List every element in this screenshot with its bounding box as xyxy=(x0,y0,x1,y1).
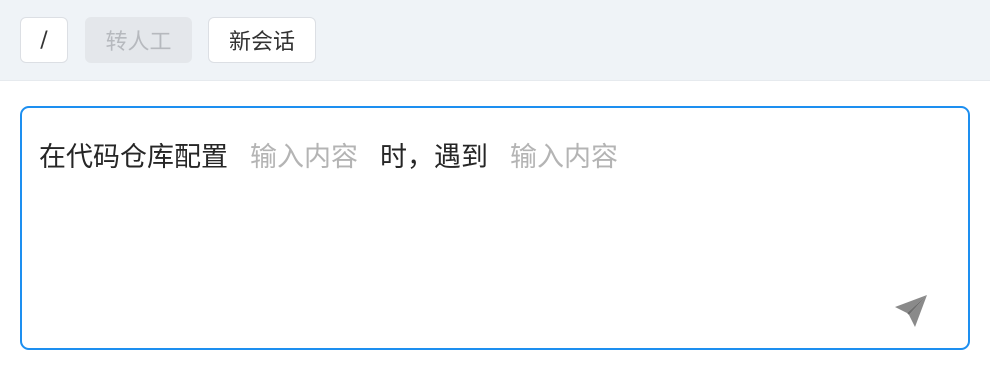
transfer-to-human-button[interactable]: 转人工 xyxy=(85,17,192,63)
new-session-button[interactable]: 新会话 xyxy=(208,17,316,63)
slot-input-2[interactable]: 输入内容 xyxy=(488,138,640,178)
slot-input-1[interactable]: 输入内容 xyxy=(228,138,380,178)
send-icon xyxy=(895,295,927,327)
top-toolbar: / 转人工 新会话 xyxy=(0,0,990,81)
template-prompt: 在代码仓库配置 输入内容 时，遇到 输入内容 xyxy=(39,138,640,178)
prompt-text-2: 时，遇到 xyxy=(380,142,488,173)
prompt-text-1: 在代码仓库配置 xyxy=(39,142,228,173)
send-button[interactable] xyxy=(892,292,930,330)
message-editor[interactable]: 在代码仓库配置 输入内容 时，遇到 输入内容 xyxy=(20,106,970,350)
slash-command-button[interactable]: / xyxy=(20,17,68,63)
